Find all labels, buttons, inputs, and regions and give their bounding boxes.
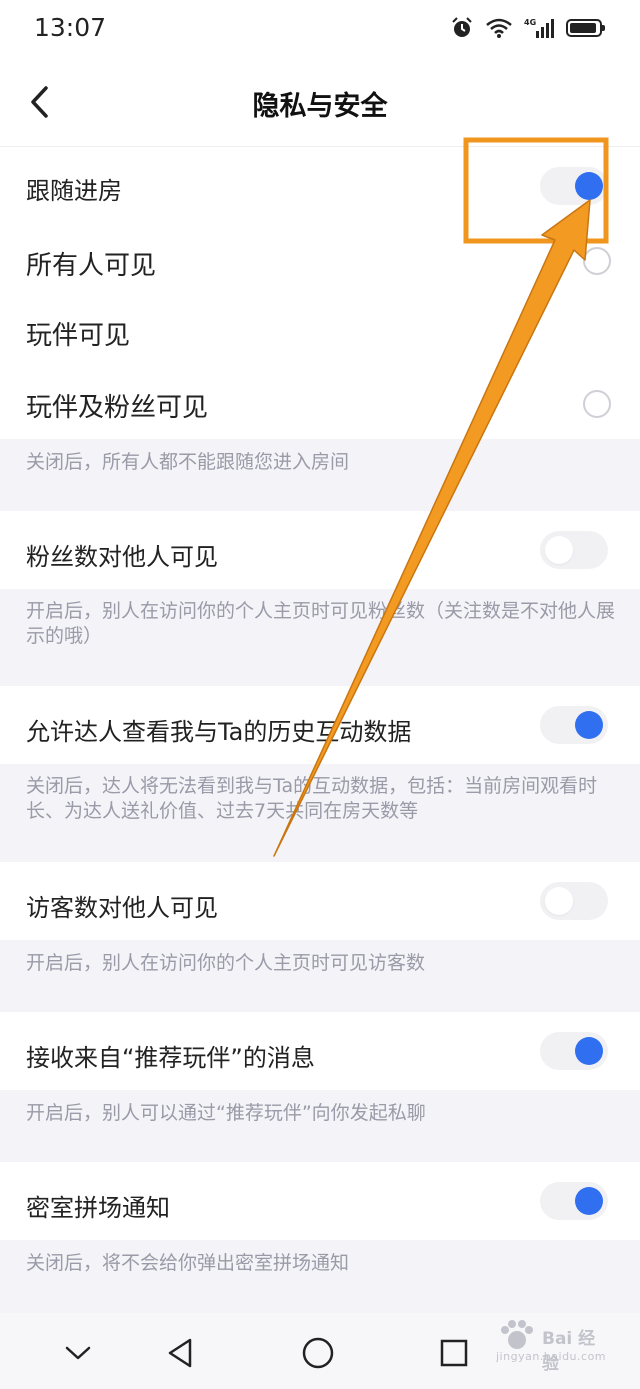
toggle-knob: [575, 1187, 603, 1215]
follow-room-desc: 关闭后，所有人都不能跟随您进入房间: [26, 451, 350, 473]
fans-visible-desc: 开启后，别人在访问你的个人主页时可见粉丝数（关注数是不对他人展示的哦）: [26, 600, 616, 647]
option-partners-fans-label: 玩伴及粉丝可见: [26, 393, 209, 423]
recommend-msg-row: 接收来自“推荐玩伴”的消息: [0, 1012, 640, 1090]
follow-room-toggle[interactable]: [540, 167, 608, 205]
toggle-knob: [575, 172, 603, 200]
visitors-visible-row: 访客数对他人可见: [0, 862, 640, 940]
recommend-msg-toggle[interactable]: [540, 1032, 608, 1070]
toggle-knob: [545, 536, 573, 564]
paw-logo-icon: [501, 1320, 533, 1349]
follow-room-label: 跟随进房: [26, 177, 122, 205]
talent-history-desc: 关闭后，达人将无法看到我与Ta的互动数据，包括：当前房间观看时长、为达人送礼价值…: [26, 775, 598, 822]
wifi-icon: [486, 18, 512, 38]
baidu-jingyan-watermark: Bai 经验 jingyan.baidu.com: [492, 1318, 612, 1374]
toggle-knob: [575, 1037, 603, 1065]
escape-room-row: 密室拼场通知: [0, 1162, 640, 1240]
option-everyone[interactable]: 所有人可见: [0, 225, 640, 297]
watermark-url: jingyan.baidu.com: [496, 1350, 607, 1363]
status-bar: 13:07 4G: [0, 0, 640, 58]
option-partners-label: 玩伴可见: [26, 321, 131, 351]
recommend-msg-label: 接收来自“推荐玩伴”的消息: [26, 1044, 315, 1072]
watermark-brand: Bai 经验: [542, 1329, 596, 1374]
signal-icon: 4G: [524, 18, 554, 38]
nav-bar: 隐私与安全: [0, 58, 640, 147]
svg-text:4G: 4G: [524, 18, 536, 27]
nav-recents-icon[interactable]: [434, 1333, 474, 1373]
option-partners-fans[interactable]: 玩伴及粉丝可见: [0, 369, 640, 439]
option-everyone-radio[interactable]: [583, 247, 611, 275]
option-partners-fans-radio[interactable]: [583, 390, 611, 418]
escape-room-label: 密室拼场通知: [26, 1194, 170, 1222]
visitors-visible-label: 访客数对他人可见: [26, 894, 218, 922]
toggle-knob: [575, 711, 603, 739]
nav-back-icon[interactable]: [160, 1333, 200, 1373]
talent-history-toggle[interactable]: [540, 706, 608, 744]
escape-room-toggle[interactable]: [540, 1182, 608, 1220]
visitors-visible-desc: 开启后，别人在访问你的个人主页时可见访客数: [26, 952, 426, 974]
option-partners[interactable]: 玩伴可见: [0, 297, 640, 369]
escape-room-desc: 关闭后，将不会给你弹出密室拼场通知: [26, 1252, 350, 1274]
chevron-down-icon[interactable]: [58, 1333, 98, 1373]
fans-visible-label: 粉丝数对他人可见: [26, 543, 218, 571]
fans-visible-toggle[interactable]: [540, 531, 608, 569]
toggle-knob: [545, 887, 573, 915]
recommend-msg-desc: 开启后，别人可以通过“推荐玩伴”向你发起私聊: [26, 1102, 426, 1124]
fans-visible-row: 粉丝数对他人可见: [0, 511, 640, 589]
talent-history-row: 允许达人查看我与Ta的历史互动数据: [0, 686, 640, 764]
alarm-icon: [452, 17, 472, 37]
follow-room-row: 跟随进房: [0, 147, 640, 225]
visitors-visible-toggle[interactable]: [540, 882, 608, 920]
talent-history-label: 允许达人查看我与Ta的历史互动数据: [26, 718, 412, 746]
option-everyone-label: 所有人可见: [26, 251, 157, 281]
status-icons: 4G: [450, 16, 605, 40]
status-time: 13:07: [34, 13, 107, 42]
page-title: 隐私与安全: [252, 91, 388, 122]
nav-home-icon[interactable]: [298, 1333, 338, 1373]
battery-icon: [566, 19, 605, 37]
